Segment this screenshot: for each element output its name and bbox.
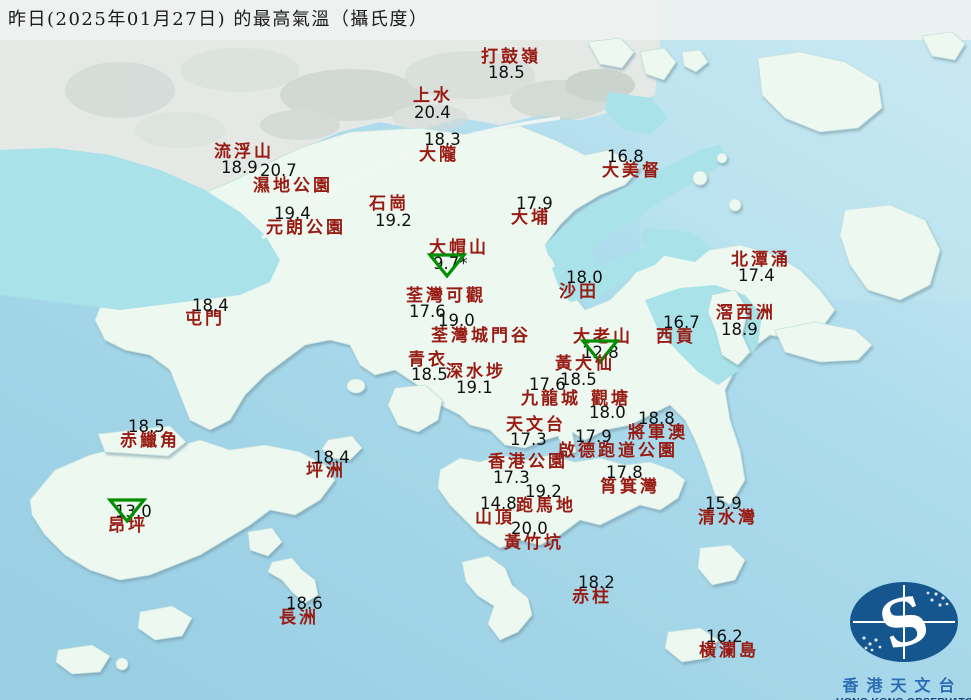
station-value: 17.6 xyxy=(529,375,566,394)
station-value: 18.9 xyxy=(221,158,258,177)
station-value: 18.4 xyxy=(313,448,350,467)
station-value: 19.2 xyxy=(375,211,412,230)
station-value: 20.0 xyxy=(511,519,548,538)
station-value: 19.4 xyxy=(274,204,311,223)
station-value: 18.0 xyxy=(566,268,603,287)
station-value: 18.0 xyxy=(589,403,626,422)
station-name: 大隴 xyxy=(419,145,459,165)
station-value: 20.7 xyxy=(260,161,297,180)
station-value: 14.8 xyxy=(480,494,517,513)
station-value: 20.4 xyxy=(414,103,451,122)
station-value: 18.3 xyxy=(424,130,461,149)
station-value: 16.2 xyxy=(706,627,743,646)
station-value: 16.7 xyxy=(663,313,700,332)
station-name: 濕地公園 xyxy=(253,176,333,196)
weather-map: 昨日(2025年01月27日) 的最高氣溫（攝氏度） 打鼓嶺 18.5 上水 20.4… xyxy=(0,0,971,700)
station-name: 荃灣城門谷 xyxy=(431,326,531,346)
station-value: 16.8 xyxy=(607,147,644,166)
logo-name-cn: 香港天文台 xyxy=(842,676,963,695)
station-value: 19.2 xyxy=(525,482,562,501)
station-value: 17.9 xyxy=(575,427,612,446)
station-value: 19.0 xyxy=(438,311,475,330)
station-value: 17.8 xyxy=(606,463,643,482)
logo-name-en: HONG KONG OBSERVATORY xyxy=(836,696,971,700)
station-value: 18.5 xyxy=(488,63,525,82)
station-value: 18.8 xyxy=(638,409,675,428)
station-value: 18.9 xyxy=(721,320,758,339)
station-value: 17.3 xyxy=(510,430,547,449)
station-value: 18.5 xyxy=(411,365,448,384)
station-value: 15.9 xyxy=(705,494,742,513)
station-value: 18.6 xyxy=(286,594,323,613)
station-value: 17.4 xyxy=(738,266,775,285)
hko-logo: S 香港天文台 HONG KONG OBSERVATORY xyxy=(836,578,971,700)
station-value: 19.1 xyxy=(456,378,493,397)
stations-layer: 打鼓嶺 18.5 上水 20.4 大隴 18.3 大美督 16.8 流浮山 18.9 濕地公園 20.… xyxy=(0,0,971,700)
station-value: 18.2 xyxy=(578,573,615,592)
hko-logo-icon: S xyxy=(850,581,958,666)
station-value: 17.9 xyxy=(516,194,553,213)
station-value: 18.4 xyxy=(192,296,229,315)
station-value: 9.7* xyxy=(433,254,468,273)
station-value: 13.0 xyxy=(115,502,152,521)
station-value: 18.5 xyxy=(128,417,165,436)
